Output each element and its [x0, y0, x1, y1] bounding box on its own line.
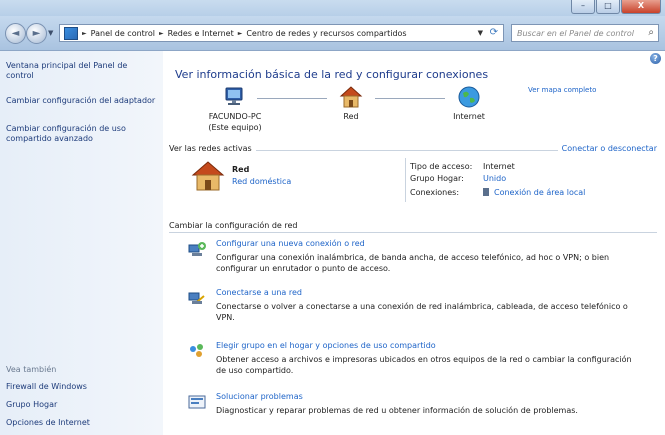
access-type-value: Internet: [483, 162, 515, 171]
task-title-homegroup[interactable]: Elegir grupo en el hogar y opciones de u…: [216, 341, 436, 350]
breadcrumb-network-center[interactable]: Centro de redes y recursos compartidos: [246, 29, 406, 38]
page-title: Ver información básica de la red y confi…: [175, 68, 489, 81]
network-node-label: Red: [343, 112, 359, 121]
internet-globe-icon[interactable]: [457, 85, 481, 109]
forward-button[interactable]: ►: [26, 23, 47, 44]
help-icon[interactable]: ?: [650, 53, 661, 64]
network-house-icon[interactable]: [339, 85, 363, 109]
sidebar-link-internet-options[interactable]: Opciones de Internet: [6, 418, 90, 427]
window-controls: – □ X: [571, 0, 661, 14]
homegroup-icon: [190, 344, 203, 357]
minimize-button[interactable]: –: [571, 0, 595, 14]
search-icon[interactable]: ⌕: [648, 27, 654, 38]
task-desc-homegroup: Obtener acceso a archivos e impresoras u…: [216, 355, 632, 375]
breadcrumb-separator[interactable]: ►: [159, 30, 164, 37]
search-placeholder: Buscar en el Panel de control: [517, 29, 635, 38]
divider: [169, 232, 657, 233]
internet-node-label: Internet: [453, 112, 485, 121]
maximize-button[interactable]: □: [596, 0, 620, 14]
search-box[interactable]: Buscar en el Panel de control ⌕: [511, 24, 659, 42]
refresh-icon[interactable]: ⟳: [490, 27, 498, 38]
sidebar-link-firewall[interactable]: Firewall de Windows: [6, 382, 87, 391]
see-also-heading: Vea también: [6, 365, 57, 374]
sidebar: Ventana principal del Panel de control C…: [0, 51, 163, 435]
homegroup-value-link[interactable]: Unido: [483, 174, 506, 183]
breadcrumb-network-internet[interactable]: Redes e Internet: [168, 29, 234, 38]
sidebar-link-adapter-settings[interactable]: Cambiar configuración del adaptador: [6, 96, 156, 106]
sidebar-link-control-panel-home[interactable]: Ventana principal del Panel de control: [6, 61, 156, 81]
task-desc-troubleshoot: Diagnosticar y reparar problemas de red …: [216, 406, 578, 415]
network-type-link[interactable]: Red doméstica: [232, 177, 291, 186]
task-desc-setup-connection: Configurar una conexión inalámbrica, de …: [216, 253, 610, 273]
home-network-icon: [191, 161, 225, 191]
new-connection-icon: [188, 242, 206, 256]
connections-label: Conexiones:: [410, 188, 460, 197]
close-button[interactable]: X: [621, 0, 661, 14]
task-title-setup-connection[interactable]: Configurar una nueva conexión o red: [216, 239, 365, 248]
active-networks-header: Ver las redes activas Conectar o descone…: [169, 144, 657, 156]
computer-icon[interactable]: [223, 86, 245, 108]
back-button[interactable]: ◄: [5, 23, 26, 44]
breadcrumb-separator[interactable]: ►: [82, 30, 87, 37]
connect-disconnect-link[interactable]: Conectar o desconectar: [557, 144, 657, 153]
connection-line: [375, 98, 445, 99]
local-connection-label[interactable]: Conexión de área local: [494, 188, 585, 197]
access-type-label: Tipo de acceso:: [410, 162, 473, 171]
active-networks-heading: Ver las redes activas: [169, 144, 256, 153]
breadcrumb-control-panel[interactable]: Panel de control: [91, 29, 155, 38]
sidebar-link-advanced-sharing[interactable]: Cambiar configuración de uso compartido …: [6, 124, 156, 144]
breadcrumb-separator[interactable]: ►: [238, 30, 243, 37]
homegroup-label: Grupo Hogar:: [410, 174, 464, 183]
task-title-connect-network[interactable]: Conectarse a una red: [216, 288, 302, 297]
local-area-connection-link[interactable]: Conexión de área local: [483, 188, 585, 197]
vertical-divider: [405, 158, 406, 202]
address-bar[interactable]: ► Panel de control ► Redes e Internet ► …: [59, 24, 504, 42]
view-full-map-link[interactable]: Ver mapa completo: [528, 86, 596, 94]
recent-pages-dropdown[interactable]: ▼: [48, 29, 53, 37]
address-dropdown-icon[interactable]: ▼: [478, 29, 483, 37]
task-desc-connect-network: Conectarse o volver a conectarse a una c…: [216, 302, 628, 322]
change-settings-heading: Cambiar la configuración de red: [169, 221, 298, 230]
local-connection-icon: [483, 188, 489, 196]
active-network-name: Red: [232, 165, 250, 174]
computer-sub-label: (Este equipo): [208, 123, 262, 132]
troubleshoot-icon: [188, 395, 206, 409]
main-content: ? Ver información básica de la red y con…: [163, 51, 665, 435]
control-panel-icon: [64, 26, 78, 40]
computer-name-label: FACUNDO-PC: [208, 112, 262, 121]
navigation-bar: ◄ ► ▼ ► Panel de control ► Redes e Inter…: [0, 16, 665, 51]
task-title-troubleshoot[interactable]: Solucionar problemas: [216, 392, 303, 401]
connection-line: [257, 98, 327, 99]
title-bar: – □ X: [0, 0, 665, 16]
connect-network-icon: [188, 292, 205, 304]
sidebar-link-homegroup[interactable]: Grupo Hogar: [6, 400, 57, 409]
